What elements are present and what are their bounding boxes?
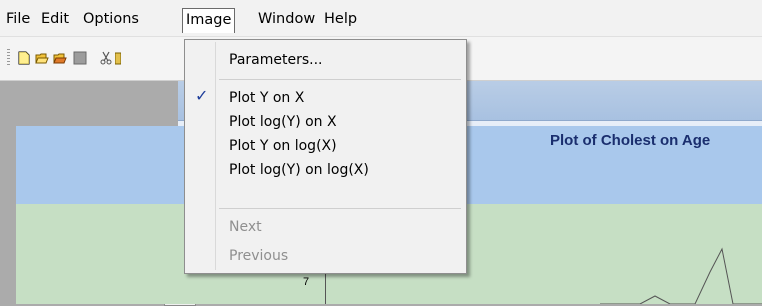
plot-series-line bbox=[600, 247, 762, 304]
menu-separator bbox=[219, 79, 461, 80]
menu-item-plot-logy-on-x[interactable]: Plot log(Y) on X bbox=[229, 111, 337, 133]
new-file-icon[interactable] bbox=[17, 51, 31, 65]
menu-window[interactable]: Window bbox=[255, 9, 318, 29]
check-icon: ✓ bbox=[195, 86, 209, 105]
menu-item-parameters[interactable]: Parameters... bbox=[229, 49, 322, 71]
menu-image[interactable]: Image bbox=[182, 8, 236, 33]
menu-separator bbox=[219, 208, 461, 209]
menu-item-previous[interactable]: Previous bbox=[229, 245, 288, 267]
y-tick-label: 7 bbox=[303, 276, 310, 288]
open-project-icon[interactable] bbox=[53, 51, 67, 65]
toolbar-grip[interactable] bbox=[7, 49, 10, 67]
paste-icon[interactable] bbox=[115, 51, 121, 65]
menu-edit[interactable]: Edit bbox=[38, 9, 72, 29]
save-icon[interactable] bbox=[73, 51, 87, 65]
menu-options[interactable]: Options bbox=[80, 9, 142, 29]
cut-icon[interactable] bbox=[99, 51, 113, 65]
menu-item-plot-logy-on-logx[interactable]: Plot log(Y) on log(X) bbox=[229, 159, 369, 181]
image-menu-dropdown: Parameters... ✓ Plot Y on X Plot log(Y) … bbox=[184, 39, 467, 274]
plot-title: Plot of Cholest on Age bbox=[550, 132, 711, 149]
open-folder-icon[interactable] bbox=[35, 51, 49, 65]
menu-help[interactable]: Help bbox=[321, 9, 360, 29]
menu-item-plot-y-on-logx[interactable]: Plot Y on log(X) bbox=[229, 135, 337, 157]
menu-file[interactable]: File bbox=[3, 9, 33, 29]
menu-gutter bbox=[215, 42, 216, 270]
menu-item-next[interactable]: Next bbox=[229, 216, 262, 238]
menu-item-plot-y-on-x[interactable]: Plot Y on X bbox=[229, 87, 304, 109]
menu-bar: File Edit Options Image Window Help bbox=[0, 0, 762, 37]
